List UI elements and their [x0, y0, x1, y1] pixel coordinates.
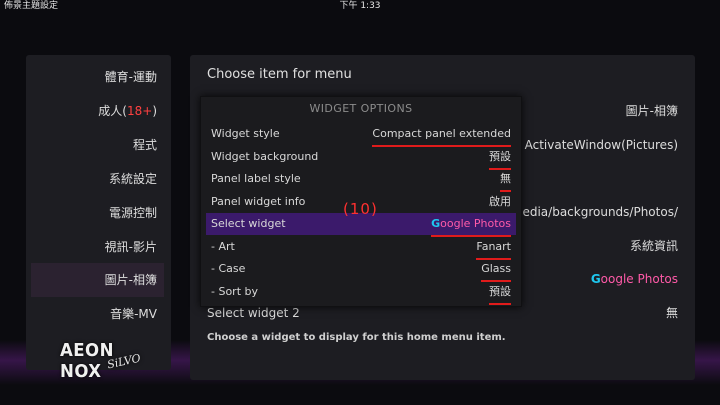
dialog-title: WIDGET OPTIONS: [309, 102, 413, 115]
top-bar: 佈景主題設定 下午 1:33: [0, 0, 720, 14]
menu-item-music[interactable]: 音樂-MV: [26, 297, 157, 331]
option-label: Widget background: [211, 150, 319, 163]
option-label: Select widget: [211, 217, 286, 230]
home-menu-list: 體育-運動 成人(18+) 程式 系統設定 電源控制 視訊-影片 圖片-相簿 音…: [26, 55, 171, 370]
widget-value: Google Photos: [591, 268, 678, 290]
option-art[interactable]: - Art Fanart: [206, 236, 516, 260]
menu-item-label-rating: 18+: [126, 104, 153, 118]
clock: 下午 1:33: [339, 1, 381, 11]
item-label-value: 圖片-相簿: [625, 104, 678, 118]
item-description: Choose a widget to display for this home…: [207, 332, 506, 343]
option-widget-background[interactable]: Widget background 預設: [206, 146, 516, 170]
menu-item-label-suffix: ): [152, 104, 157, 118]
select-widget-2-value: 無: [665, 306, 678, 320]
option-label: Panel label style: [211, 172, 301, 185]
menu-item-system-settings[interactable]: 系統設定: [26, 162, 157, 196]
option-label: - Case: [211, 262, 246, 275]
option-value: 預設: [489, 281, 511, 305]
menu-item-label: 電源控制: [108, 206, 157, 220]
menu-item-label: 程式: [132, 138, 157, 152]
option-value: Fanart: [476, 236, 511, 260]
option-label: - Art: [211, 240, 235, 253]
option-value: Glass: [481, 258, 511, 282]
option-widget-style[interactable]: Widget style Compact panel extended: [206, 123, 516, 147]
option-value: Google Photos: [431, 213, 511, 237]
widget-value-rest: oogle Photos: [600, 272, 678, 286]
option-value: 預設: [489, 146, 511, 170]
aeon-nox-logo: AEON NOX SiLVO: [50, 340, 145, 382]
menu-item-power[interactable]: 電源控制: [26, 196, 157, 230]
option-value: 啟用: [489, 191, 511, 215]
menu-item-pictures[interactable]: 圖片-相簿: [31, 263, 164, 297]
menu-item-label-prefix: 成人(: [98, 104, 127, 118]
background-value: edia/backgrounds/Photos/: [522, 205, 678, 219]
select-widget-2-label: Select widget 2: [207, 306, 300, 320]
annotation-label: (10): [343, 200, 378, 218]
info-value: 系統資訊: [629, 239, 678, 253]
panel-title: Choose item for menu: [207, 67, 352, 82]
menu-item-sports[interactable]: 體育-運動: [26, 60, 157, 94]
google-photos-rest: oogle Photos: [440, 217, 511, 230]
option-label: Panel widget info: [211, 195, 306, 208]
option-label: Widget style: [211, 127, 280, 140]
option-label: - Sort by: [211, 285, 259, 298]
menu-item-adult[interactable]: 成人(18+): [26, 94, 157, 128]
menu-item-videos[interactable]: 視訊-影片: [26, 230, 157, 264]
menu-item-label: 體育-運動: [104, 70, 157, 84]
option-value: 無: [500, 168, 511, 192]
menu-item-label: 音樂-MV: [110, 307, 157, 321]
widget-value-g: G: [590, 272, 601, 286]
option-case[interactable]: - Case Glass: [206, 258, 516, 282]
action-value: ActivateWindow(Pictures): [524, 138, 678, 152]
option-panel-label-style[interactable]: Panel label style 無: [206, 168, 516, 192]
menu-item-programs[interactable]: 程式: [26, 128, 157, 162]
option-value: Compact panel extended: [372, 123, 511, 147]
menu-item-label: 系統設定: [108, 172, 157, 186]
menu-item-label: 圖片-相簿: [104, 273, 157, 287]
option-sort-by[interactable]: - Sort by 預設: [206, 281, 516, 305]
menu-item-label: 視訊-影片: [104, 240, 157, 254]
google-photos-g: G: [431, 217, 441, 230]
